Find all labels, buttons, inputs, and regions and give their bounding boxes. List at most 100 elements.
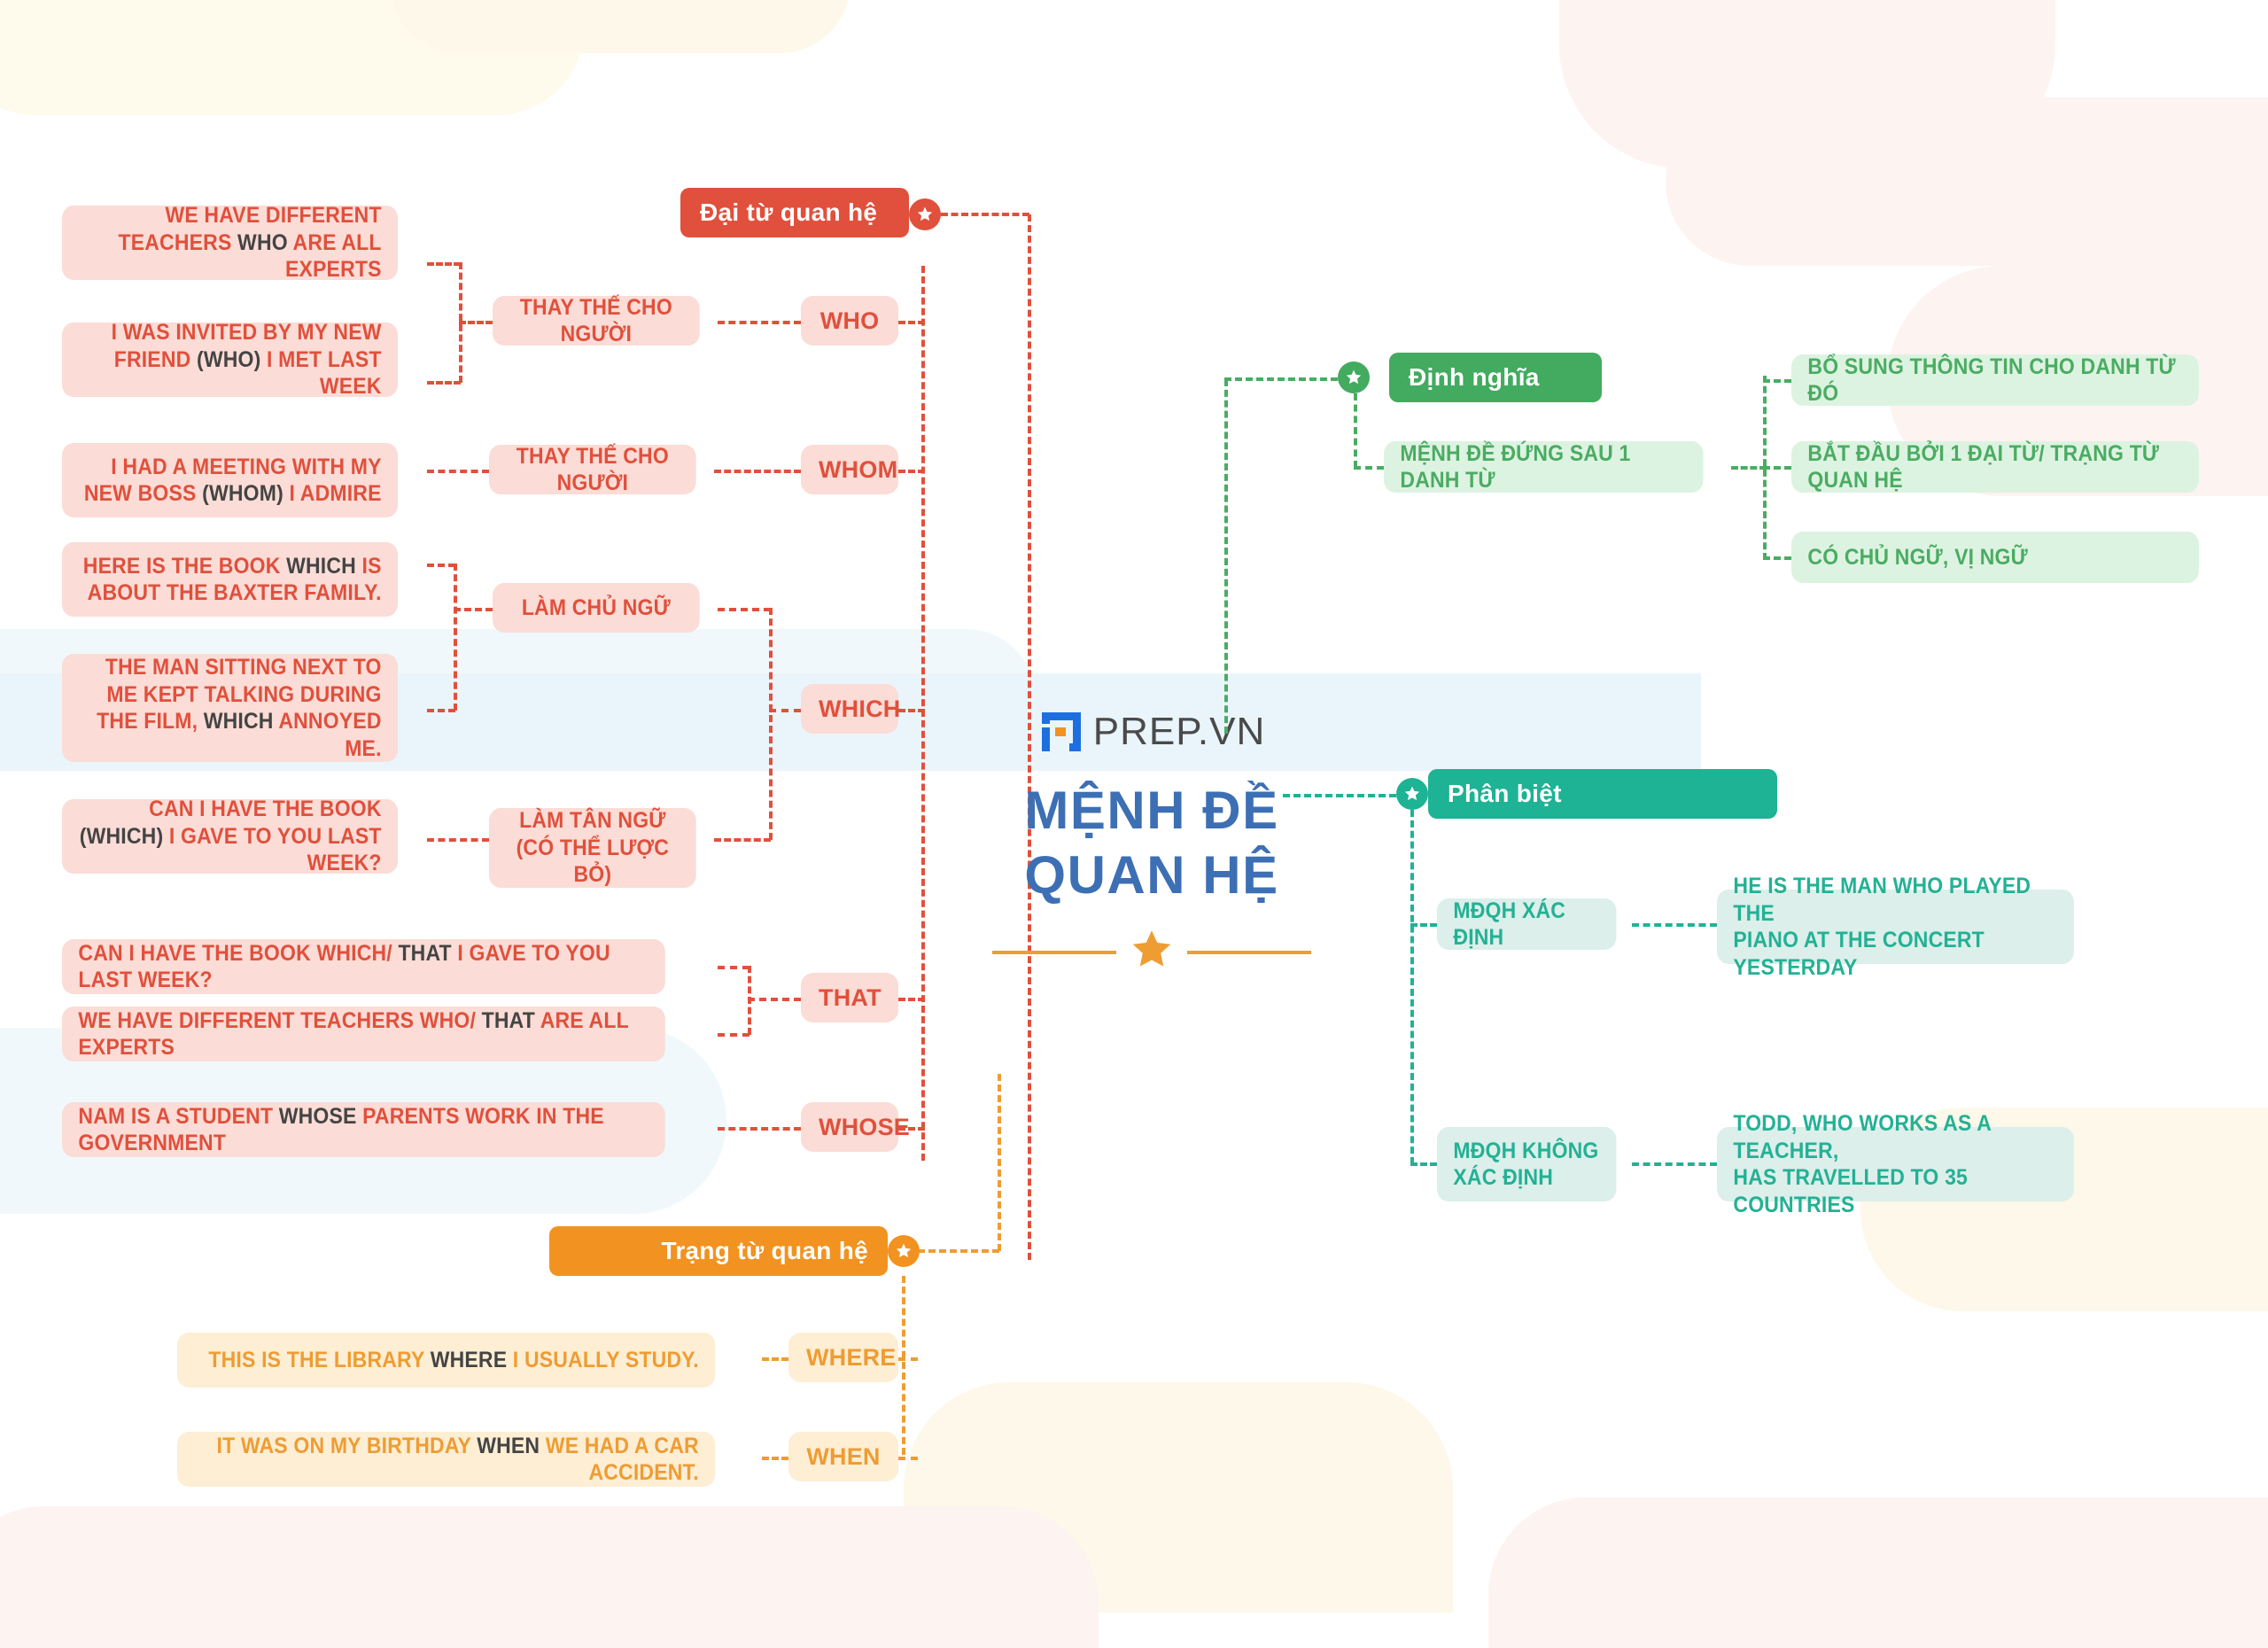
example-which-1-pre: HERE IS THE BOOK [82, 553, 287, 579]
connector-orange-spine [998, 1074, 1001, 1251]
star-badge-distinction[interactable] [1396, 778, 1428, 810]
role-whom-text: THAY THẾ CHO NGƯỜI [516, 443, 669, 496]
adverb-where-label: WHERE [806, 1343, 897, 1371]
page-title: MỆNH ĐỀ QUAN HỆ [966, 778, 1338, 907]
connector-that-ex1 [718, 966, 750, 969]
connector-when-ex [762, 1457, 788, 1460]
example-who-1-keyword: WHO [237, 229, 288, 255]
definition-item-1: MỆNH ĐỀ ĐỨNG SAU 1 DANH TỪ [1384, 441, 1704, 493]
connector-green-rail [1354, 393, 1357, 468]
connector-where-ex [762, 1357, 788, 1361]
connector-green-to-badge [1224, 377, 1338, 381]
adverb-where[interactable]: WHERE [788, 1333, 898, 1382]
example-which-3-pre: CAN I HAVE THE BOOK [149, 797, 382, 822]
pronoun-whom-label: WHOM [819, 455, 898, 483]
definition-detail-2-text: BẮT ĐẦU BỞI 1 ĐẠI TỪ/ TRẠNG TỪ QUAN HỆ [1807, 440, 2160, 494]
connector-green-detail-1 [1763, 379, 1791, 383]
divider-bar-left [992, 950, 1116, 954]
pronoun-which-label: WHICH [819, 695, 901, 722]
connector-green-spine [1224, 379, 1228, 734]
branch-label-pronoun[interactable]: Đại từ quan hệ [680, 188, 909, 237]
role-whom: THAY THẾ CHO NGƯỜI [489, 443, 696, 496]
example-where-1-post: I USUALLY STUDY. [507, 1347, 699, 1372]
pronoun-whom[interactable]: WHOM [801, 445, 898, 494]
example-who-2-post: I MET LAST WEEK [260, 346, 382, 400]
adverb-when[interactable]: WHEN [788, 1432, 898, 1481]
example-which-2-keyword: WHICH [203, 709, 274, 734]
example-when-1-keyword: WHEN [477, 1433, 540, 1458]
example-where-1-keyword: WHERE [430, 1347, 508, 1372]
pronoun-who-label: WHO [819, 307, 880, 334]
star-icon [1129, 927, 1175, 977]
branch-label-adverb[interactable]: Trạng từ quan hệ [549, 1226, 888, 1276]
example-whom-1-keyword: (WHOM) [202, 481, 284, 506]
connector-that-ex2 [718, 1033, 750, 1037]
pronoun-whose-label: WHOSE [819, 1113, 911, 1140]
example-when-1-pre: IT WAS ON MY BIRTHDAY [216, 1433, 478, 1458]
example-whom-1-post: I ADMIRE [283, 481, 382, 506]
connector-who-ex1 [427, 262, 461, 266]
example-which-3-post: I GAVE TO YOU LAST WEEK? [163, 823, 382, 876]
distinction-type-1: MĐQH XÁC ĐỊNH [1437, 898, 1617, 950]
mindmap-canvas: Đại từ quan hệ WE HAVE DIFFERENT TEACHER… [0, 0, 2268, 1648]
adverb-when-label: WHEN [806, 1442, 881, 1470]
distinction-example-2-line1: TODD, WHO WORKS AS A TEACHER, [1733, 1111, 1992, 1163]
branch-label-definition[interactable]: Định nghĩa [1389, 353, 1602, 402]
example-when-1: IT WAS ON MY BIRTHDAY WHEN WE HAD A CAR … [177, 1432, 716, 1487]
connector-green-detail-3 [1763, 556, 1791, 560]
pronoun-that[interactable]: THAT [801, 973, 898, 1022]
distinction-type-2-label-line2: XÁC ĐỊNH [1453, 1165, 1554, 1190]
example-where-1-pre: THIS IS THE LIBRARY [208, 1347, 431, 1372]
connector-red-to-badge [941, 213, 1029, 216]
distinction-example-1-line2: PIANO AT THE CONCERT YESTERDAY [1733, 928, 1984, 980]
example-that-2: WE HAVE DIFFERENT TEACHERS WHO/ THAT ARE… [62, 1007, 665, 1061]
example-who-1-post: ARE ALL EXPERTS [284, 229, 382, 283]
pronoun-which[interactable]: WHICH [801, 684, 901, 734]
star-badge-pronoun[interactable] [909, 198, 941, 230]
pronoun-who[interactable]: WHO [801, 296, 898, 346]
connector-when-rail [898, 1457, 918, 1460]
connector-green-item [1354, 466, 1384, 470]
connector-orange-to-badge [918, 1249, 999, 1253]
definition-detail-2: BẮT ĐẦU BỞI 1 ĐẠI TỪ/ TRẠNG TỪ QUAN HỆ [1791, 441, 2199, 493]
example-which-3-keyword: (WHICH) [79, 823, 164, 849]
star-badge-adverb[interactable] [888, 1235, 920, 1267]
connector-roles-which-a [718, 608, 771, 611]
definition-detail-1: BỔ SUNG THÔNG TIN CHO DANH TỪ ĐÓ [1791, 354, 2199, 406]
bg-blob-yellow-bottom [904, 1382, 1453, 1613]
example-which-2: THE MAN SITTING NEXT TO ME KEPT TALKING … [62, 654, 399, 762]
branch-label-distinction-text: Phân biệt [1448, 780, 1562, 807]
connector-whom-rail [898, 470, 925, 473]
connector-roles-which-b [714, 838, 771, 842]
connector-role-whom-pronoun [714, 470, 801, 473]
connector-red-rail [921, 266, 925, 1161]
connector-whose-ex1 [718, 1127, 801, 1131]
connector-who-ex2 [427, 381, 461, 385]
connector-which-ex3 [427, 838, 489, 842]
star-badge-definition[interactable] [1338, 361, 1370, 393]
connector-which-bracket-subject [454, 564, 457, 711]
role-which-object-line1: LÀM TÂN NGỮ [519, 808, 666, 834]
connector-green-detail-2 [1763, 466, 1791, 470]
pronoun-whose[interactable]: WHOSE [801, 1102, 911, 1152]
bg-blob-pink-bottomright [1488, 1497, 2268, 1648]
divider-bar-right [1187, 950, 1311, 954]
connector-that-rail [898, 998, 925, 1001]
example-where-1: THIS IS THE LIBRARY WHERE I USUALLY STUD… [177, 1333, 716, 1388]
center-node: PREP.VN MỆNH ĐỀ QUAN HỆ [966, 709, 1338, 977]
branch-label-distinction[interactable]: Phân biệt [1428, 769, 1777, 819]
example-that-2-pre: WE HAVE DIFFERENT TEACHERS WHO/ [78, 1007, 482, 1033]
definition-detail-1-text: BỔ SUNG THÔNG TIN CHO DANH TỪ ĐÓ [1807, 354, 2176, 407]
connector-which-ex1 [427, 564, 455, 567]
example-when-1-post: WE HAD A CAR ACCIDENT. [540, 1433, 699, 1486]
pronoun-that-label: THAT [819, 983, 882, 1011]
distinction-type-2-label-line1: MĐQH KHÔNG [1453, 1138, 1599, 1163]
role-which-subject: LÀM CHỦ NGỮ [493, 583, 700, 633]
branch-label-pronoun-text: Đại từ quan hệ [700, 198, 878, 226]
bg-blob-yellow-top2 [390, 0, 850, 53]
example-whose-1: NAM IS A STUDENT WHOSE PARENTS WORK IN T… [62, 1102, 665, 1157]
example-that-2-keyword: THAT [481, 1007, 536, 1033]
title-divider [966, 927, 1338, 977]
distinction-example-1: HE IS THE MAN WHO PLAYED THE PIANO AT TH… [1717, 874, 2074, 980]
branch-label-adverb-text: Trạng từ quan hệ [661, 1237, 868, 1264]
